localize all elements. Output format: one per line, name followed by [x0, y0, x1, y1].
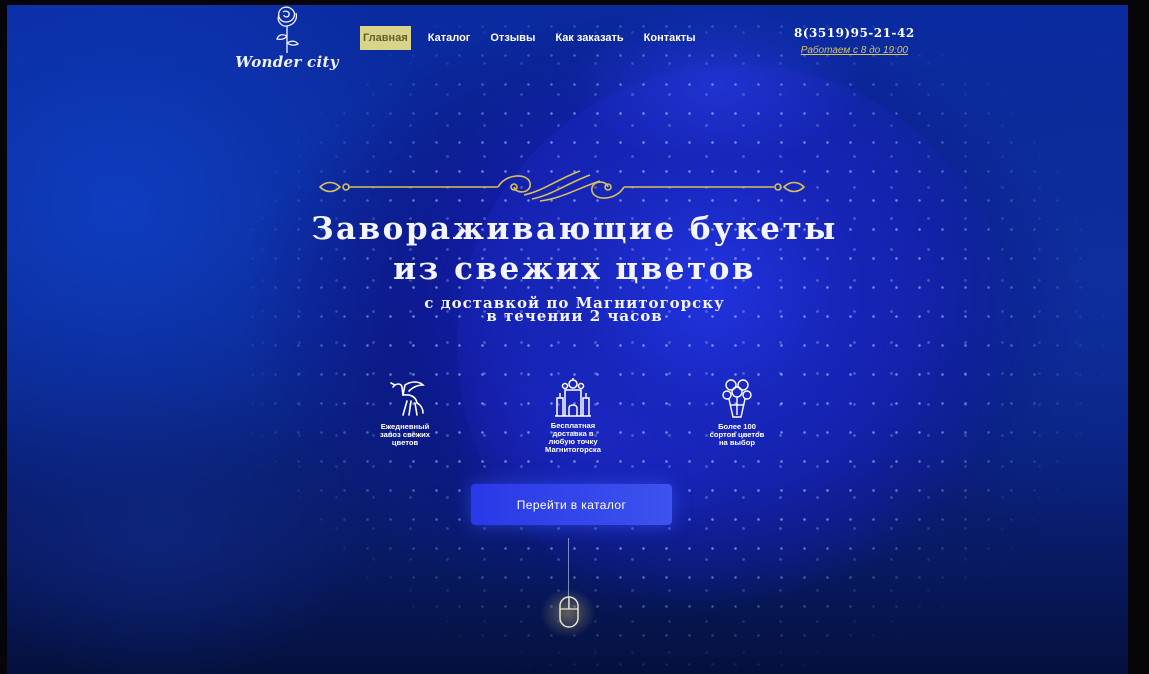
hero-subtitle-line-2: в течении 2 часов	[486, 307, 663, 325]
feature-fresh-delivery: Ежедневный завоз свежих цветов	[350, 377, 460, 447]
pegasus-icon	[390, 381, 425, 416]
feature-variety: Более 100 сортов цветов на выбор	[682, 377, 792, 447]
main-nav: Главная Каталог Отзывы Как заказать Конт…	[360, 26, 713, 50]
go-to-catalog-button[interactable]: Перейти в каталог	[471, 484, 672, 525]
bouquet-icon	[722, 379, 752, 418]
rose-icon	[276, 6, 299, 53]
ornament-divider	[318, 170, 806, 202]
page-frame: Wonder city Главная Каталог Отзывы Как з…	[0, 0, 1149, 674]
logo[interactable]: Wonder city	[232, 3, 342, 71]
castle-icon	[555, 378, 591, 417]
nav-item-home[interactable]: Главная	[360, 26, 411, 50]
nav-item-contacts[interactable]: Контакты	[641, 28, 699, 50]
phone-number[interactable]: 8(3519)95-21-42	[794, 26, 915, 40]
working-hours[interactable]: Работаем с 8 до 19:00	[794, 45, 915, 56]
feature-text: Более 100 сортов цветов на выбор	[709, 422, 765, 447]
logo-text: Wonder city	[235, 53, 339, 71]
hero-title-line-2: из свежих цветов	[393, 251, 756, 287]
nav-item-reviews[interactable]: Отзывы	[487, 28, 538, 50]
feature-free-delivery: Бесплатная доставка в любую точку Магнит…	[518, 376, 628, 454]
mouse-scroll-icon[interactable]	[558, 595, 580, 631]
contact-block: 8(3519)95-21-42 Работаем с 8 до 19:00	[794, 26, 915, 56]
nav-item-catalog[interactable]: Каталог	[425, 28, 474, 50]
feature-text: Бесплатная доставка в любую точку Магнит…	[545, 421, 601, 454]
hero-title-line-1: Завораживающие букеты	[311, 211, 838, 247]
feature-text: Ежедневный завоз свежих цветов	[379, 422, 431, 447]
nav-item-how-to-order[interactable]: Как заказать	[552, 28, 626, 50]
